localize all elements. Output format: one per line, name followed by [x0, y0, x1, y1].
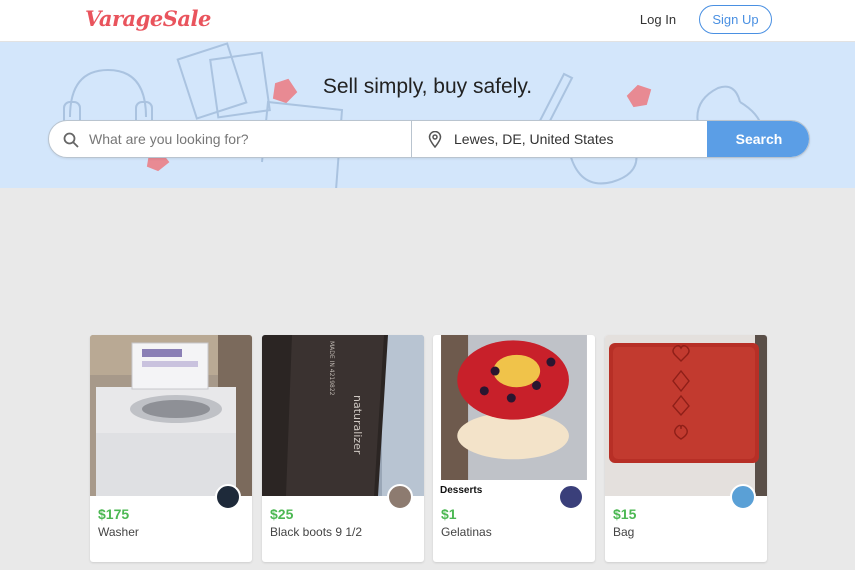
listing-title: Bag: [613, 525, 635, 539]
hero-banner: Sell simply, buy safely. Lewes, DE, Unit…: [0, 42, 855, 188]
listing-price: $15: [613, 506, 637, 522]
listing-card-washer[interactable]: $175 Washer: [90, 335, 252, 562]
listing-price: $175: [98, 506, 130, 522]
login-link[interactable]: Log In: [630, 12, 686, 28]
listing-price: $1: [441, 506, 457, 522]
seller-avatar[interactable]: [730, 484, 756, 510]
search-button[interactable]: Search: [707, 121, 809, 157]
listing-photo-gelatinas: [441, 335, 587, 480]
signup-button[interactable]: Sign Up: [699, 5, 772, 34]
search-input[interactable]: [89, 121, 404, 157]
search-icon: [63, 132, 79, 148]
seller-avatar[interactable]: [387, 484, 413, 510]
listing-card-boots[interactable]: naturalizer MADE IN 4219822 $25 Black bo…: [262, 335, 424, 562]
svg-text:naturalizer: naturalizer: [351, 395, 364, 455]
listing-photo-bag: [605, 335, 767, 496]
search-button-label: Search: [735, 131, 783, 147]
location-pin-icon: [428, 131, 442, 148]
search-bar: Lewes, DE, United States Search: [48, 120, 810, 158]
listing-card-gelatinas[interactable]: Desserts $1 Gelatinas: [433, 335, 595, 562]
location-field[interactable]: Lewes, DE, United States: [412, 121, 707, 157]
seller-avatar[interactable]: [215, 484, 241, 510]
listing-photo-boots: naturalizer MADE IN 4219822: [262, 335, 424, 496]
listing-title: Washer: [98, 525, 139, 539]
varagesale-logo[interactable]: VarageSale: [85, 6, 211, 31]
listing-category: Desserts: [440, 485, 483, 496]
hero-tagline: Sell simply, buy safely.: [322, 75, 533, 98]
listing-price: $25: [270, 506, 294, 522]
top-bar: VarageSale Log In Sign Up: [0, 0, 855, 42]
listing-card-bag[interactable]: $15 Bag: [605, 335, 767, 562]
seller-avatar[interactable]: [558, 484, 584, 510]
location-value: Lewes, DE, United States: [454, 131, 614, 147]
listing-photo-washer: [90, 335, 252, 496]
signup-label: Sign Up: [712, 12, 759, 27]
search-field[interactable]: [49, 121, 411, 157]
listing-title: Gelatinas: [441, 525, 492, 539]
hero-illustration: [63, 42, 764, 188]
svg-text:MADE IN 4219822: MADE IN 4219822: [328, 341, 335, 396]
listing-title: Black boots 9 1/2: [270, 525, 363, 539]
